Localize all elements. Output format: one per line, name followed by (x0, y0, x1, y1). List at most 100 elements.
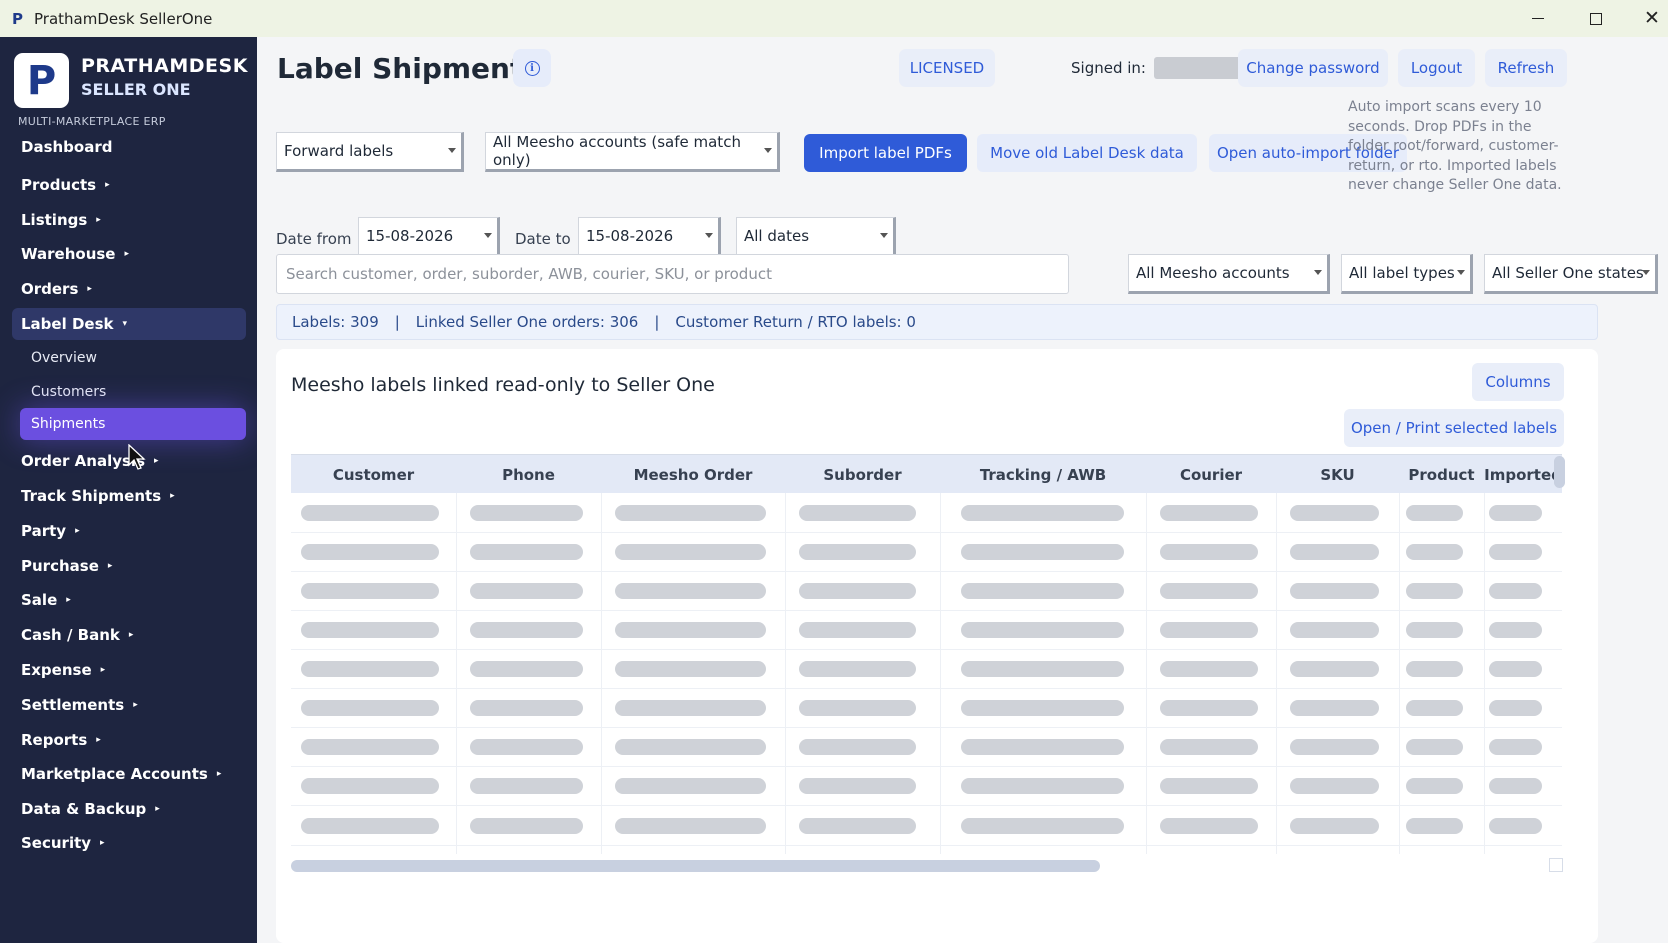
sidebar-item-marketplace-accounts[interactable]: Marketplace Accounts ▸ (12, 758, 246, 790)
loading-placeholder (301, 583, 439, 599)
column-header-phone[interactable]: Phone (456, 455, 601, 494)
column-header-sku[interactable]: SKU (1276, 455, 1399, 494)
date-from-value: 15-08-2026 (366, 227, 454, 245)
sidebar-item-products[interactable]: Products ▸ (12, 169, 246, 201)
date-range-select[interactable]: All dates (736, 217, 896, 257)
dropdown-arrow-icon (484, 233, 492, 238)
table-row[interactable] (291, 766, 1562, 806)
search-placeholder: Search customer, order, suborder, AWB, c… (286, 265, 772, 283)
loading-placeholder (1160, 739, 1258, 755)
date-to-picker[interactable]: 15-08-2026 (578, 217, 721, 257)
accounts-filter-select[interactable]: All Meesho accounts (1128, 254, 1330, 294)
chevron-right-icon: ▸ (170, 491, 175, 501)
loading-placeholder (799, 505, 916, 521)
sidebar-item-label: Cash / Bank (21, 626, 120, 644)
sidebar-item-reports[interactable]: Reports ▸ (12, 724, 246, 756)
sidebar-subitem-shipments[interactable]: Shipments (20, 408, 246, 440)
vertical-scrollbar[interactable] (1554, 456, 1565, 488)
loading-placeholder (470, 622, 583, 638)
loading-placeholder (961, 544, 1124, 560)
label-types-select[interactable]: All label types (1341, 254, 1473, 294)
sidebar-item-label-desk[interactable]: Label Desk ▾ (12, 308, 246, 340)
table-row[interactable] (291, 493, 1562, 533)
table-row[interactable] (291, 649, 1562, 689)
scroll-corner (1549, 858, 1563, 872)
logout-button[interactable]: Logout (1398, 49, 1475, 87)
sidebar-item-warehouse[interactable]: Warehouse ▸ (12, 238, 246, 270)
brand-product: SELLER ONE (81, 80, 191, 99)
table-row[interactable] (291, 688, 1562, 728)
loading-placeholder (1489, 661, 1542, 677)
info-button[interactable]: i (513, 49, 551, 87)
sidebar-item-cash-bank[interactable]: Cash / Bank ▸ (12, 619, 246, 651)
minimize-button[interactable] (1510, 0, 1566, 37)
table-row[interactable] (291, 806, 1562, 846)
sidebar-item-label: Products (21, 176, 97, 194)
loading-placeholder (961, 505, 1124, 521)
chevron-right-icon: ▸ (75, 526, 80, 536)
loading-placeholder (961, 739, 1124, 755)
sidebar-item-label: Settlements (21, 696, 125, 714)
table-row[interactable] (291, 532, 1562, 572)
table-row[interactable] (291, 727, 1562, 767)
sidebar-item-purchase[interactable]: Purchase ▸ (12, 550, 246, 582)
label-kind-select[interactable]: Forward labels (276, 132, 464, 172)
sidebar-item-dashboard[interactable]: Dashboard (12, 131, 246, 163)
sidebar-item-listings[interactable]: Listings ▸ (12, 204, 246, 236)
account-scope-select[interactable]: All Meesho accounts (safe match only) (485, 132, 780, 172)
loading-placeholder (799, 700, 916, 716)
date-range-value: All dates (744, 227, 810, 245)
column-header-meesho-order[interactable]: Meesho Order (601, 455, 785, 494)
change-password-button[interactable]: Change password (1238, 49, 1388, 87)
dropdown-arrow-icon (1457, 270, 1465, 275)
loading-placeholder (1406, 583, 1463, 599)
chevron-right-icon: ▸ (128, 630, 134, 640)
loading-placeholder (301, 505, 439, 521)
loading-placeholder (1406, 739, 1463, 755)
sidebar-item-data-backup[interactable]: Data & Backup ▸ (12, 793, 246, 825)
column-header-product[interactable]: Product (1399, 455, 1484, 494)
column-header-courier[interactable]: Courier (1146, 455, 1276, 494)
states-filter-select[interactable]: All Seller One states (1484, 254, 1658, 294)
table-row[interactable] (291, 610, 1562, 650)
loading-placeholder (1290, 544, 1379, 560)
loading-placeholder (470, 700, 583, 716)
columns-button[interactable]: Columns (1472, 363, 1564, 401)
window-titlebar: P PrathamDesk SellerOne ✕ (0, 0, 1668, 37)
sidebar-item-expense[interactable]: Expense ▸ (12, 654, 246, 686)
column-header-customer[interactable]: Customer (291, 455, 456, 494)
search-input[interactable]: Search customer, order, suborder, AWB, c… (276, 254, 1069, 294)
table-row[interactable] (291, 571, 1562, 611)
loading-placeholder (615, 583, 766, 599)
returns-count: Customer Return / RTO labels: 0 (675, 313, 916, 331)
date-from-label: Date from (276, 230, 352, 248)
sidebar-item-settlements[interactable]: Settlements ▸ (12, 689, 246, 721)
sidebar-item-orders[interactable]: Orders ▸ (12, 273, 246, 305)
sidebar-item-party[interactable]: Party ▸ (12, 515, 246, 547)
move-old-data-button[interactable]: Move old Label Desk data (977, 134, 1197, 172)
close-icon: ✕ (1644, 7, 1660, 29)
sidebar-item-label: Order Analysis (21, 452, 146, 470)
refresh-button[interactable]: Refresh (1485, 49, 1567, 87)
loading-placeholder (961, 778, 1124, 794)
horizontal-scrollbar[interactable] (291, 860, 1100, 872)
sidebar-item-security[interactable]: Security ▸ (12, 827, 246, 859)
chevron-right-icon: ▸ (155, 804, 160, 814)
column-header-suborder[interactable]: Suborder (785, 455, 940, 494)
loading-placeholder (1160, 700, 1258, 716)
column-header-tracking-awb[interactable]: Tracking / AWB (940, 455, 1146, 494)
print-selected-labels-button[interactable]: Open / Print selected labels (1344, 409, 1564, 447)
sidebar-subitem-customers[interactable]: Customers (20, 376, 246, 408)
sidebar-item-sale[interactable]: Sale ▸ (12, 584, 246, 616)
date-to-label: Date to (515, 230, 571, 248)
loading-placeholder (615, 661, 766, 677)
column-header-imported[interactable]: Imported (1484, 455, 1562, 494)
date-from-picker[interactable]: 15-08-2026 (358, 217, 500, 257)
import-label-pdfs-button[interactable]: Import label PDFs (804, 134, 967, 172)
maximize-button[interactable] (1568, 0, 1624, 37)
close-button[interactable]: ✕ (1624, 0, 1668, 37)
sidebar-subitem-overview[interactable]: Overview (20, 342, 246, 374)
loading-placeholder (961, 622, 1124, 638)
sidebar-item-track-shipments[interactable]: Track Shipments ▸ (12, 480, 246, 512)
chevron-right-icon: ▸ (124, 249, 129, 259)
